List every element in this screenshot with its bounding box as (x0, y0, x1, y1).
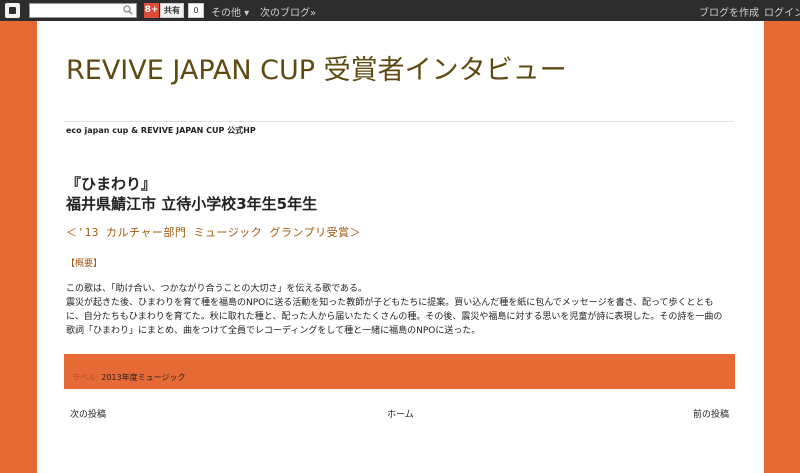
more-menu[interactable]: その他 ▾ (211, 4, 249, 19)
next-blog-link[interactable]: 次のブログ» (260, 4, 316, 19)
post-body: この歌は、「助け合い、つかながり合うことの大切さ」を伝える歌である。 震災が起き… (66, 282, 736, 338)
post-footer-labels: ラベル: 2013年度ミュージック (64, 354, 735, 389)
blogger-icon[interactable] (5, 3, 20, 18)
labels-prefix: ラベル: (72, 373, 102, 382)
blog-pager: 次の投稿 ホーム 前の投稿 (64, 407, 735, 421)
header-divider (64, 121, 734, 122)
summary-heading: 【概要】 (66, 259, 103, 269)
share-button[interactable]: 共有 (160, 3, 184, 18)
post-body-line: に、自分たちもひまわりを育てた。秋に取れた種と、配った人から届いたたくさんの種。… (66, 312, 723, 322)
award-line: ＜'13 カルチャー部門 ミュージック グランプリ受賞＞ (66, 226, 362, 239)
post-title-line-2: 福井県鯖江市 立待小学校3年生5年生 (66, 195, 318, 213)
post-body-line: 歌詞「ひまわり」にまとめ、曲をつけて全員でレコーディングをして種と一緒に福島のN… (66, 326, 481, 336)
share-count: 0 (188, 3, 204, 18)
label-link[interactable]: 2013年度ミュージック (101, 373, 185, 382)
search-input[interactable] (29, 3, 137, 18)
main-content: REVIVE JAPAN CUP 受賞者インタビュー eco japan cup… (37, 21, 764, 473)
blog-description: eco japan cup & REVIVE JAPAN CUP 公式HP (66, 126, 256, 135)
blog-title[interactable]: REVIVE JAPAN CUP 受賞者インタビュー (66, 48, 567, 87)
blogger-navbar: 8+ 共有 0 その他 ▾ 次のブログ» ブログを作成 ログイン (0, 0, 800, 21)
post-body-line: 震災が起きた後、ひまわりを育て種を福島のNPOに送る活動を知った教師が子どもたち… (66, 298, 714, 308)
newer-post-link[interactable]: 次の投稿 (70, 407, 106, 420)
post-title-line-1: 『ひまわり』 (66, 175, 157, 193)
search-icon[interactable] (123, 5, 133, 15)
post-title: 『ひまわり』 福井県鯖江市 立待小学校3年生5年生 (66, 174, 317, 214)
post-body-line: この歌は、「助け合い、つかながり合うことの大切さ」を伝える歌である。 (66, 284, 368, 294)
login-link[interactable]: ログイン (764, 4, 800, 19)
google-plus-icon[interactable]: 8+ (144, 3, 159, 18)
create-blog-link[interactable]: ブログを作成 (699, 4, 759, 19)
labels: ラベル: 2013年度ミュージック (72, 372, 185, 383)
home-link[interactable]: ホーム (387, 407, 414, 420)
older-post-link[interactable]: 前の投稿 (693, 407, 729, 420)
